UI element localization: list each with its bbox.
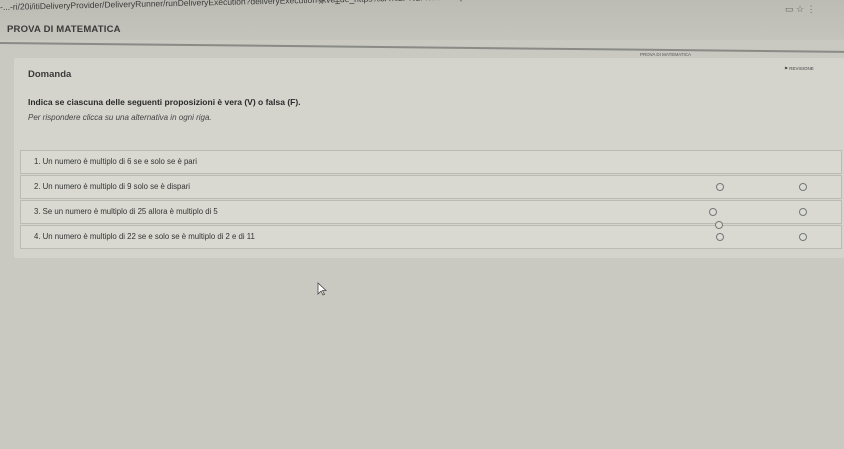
question-prompt: Indica se ciascuna delle seguenti propos… [28, 97, 301, 107]
statement-text: 2. Un numero è multiplo di 9 solo se è d… [34, 182, 191, 191]
radio-true[interactable] [709, 208, 717, 216]
radio-true[interactable] [716, 233, 724, 241]
question-instruction: Per rispondere clicca su una alternativa… [28, 113, 212, 122]
table-row: 1. Un numero è multiplo di 6 se e solo s… [20, 150, 842, 174]
statement-text: 1. Un numero è multiplo di 6 se e solo s… [34, 157, 197, 166]
mouse-cursor-icon [317, 282, 327, 296]
table-row: 2. Un numero è multiplo di 9 solo se è d… [20, 175, 842, 199]
toolbar-icons[interactable]: ▭ ☆ ⋮ [785, 4, 816, 15]
radio-false[interactable] [799, 208, 807, 216]
radio-false[interactable] [799, 233, 807, 241]
header-divider [0, 42, 844, 53]
flag-for-review-button[interactable]: ⚑ REVISIONE [784, 66, 814, 72]
statement-text: 4. Un numero è multiplo di 22 se e solo … [34, 232, 255, 241]
address-bar[interactable]: -...-ri/20i/itiDeliveryProvider/Delivery… [0, 0, 705, 16]
statement-text: 3. Se un numero è multiplo di 25 allora … [34, 207, 218, 216]
radio-true[interactable] [716, 183, 724, 191]
browser-chrome: × + -...-ri/20i/itiDeliveryProvider/Deli… [0, 0, 844, 40]
radio-false[interactable] [799, 183, 807, 191]
question-label: Domanda [28, 69, 72, 80]
app-title: PROVA DI MATEMATICA [7, 24, 121, 35]
radio-true[interactable] [715, 221, 723, 229]
